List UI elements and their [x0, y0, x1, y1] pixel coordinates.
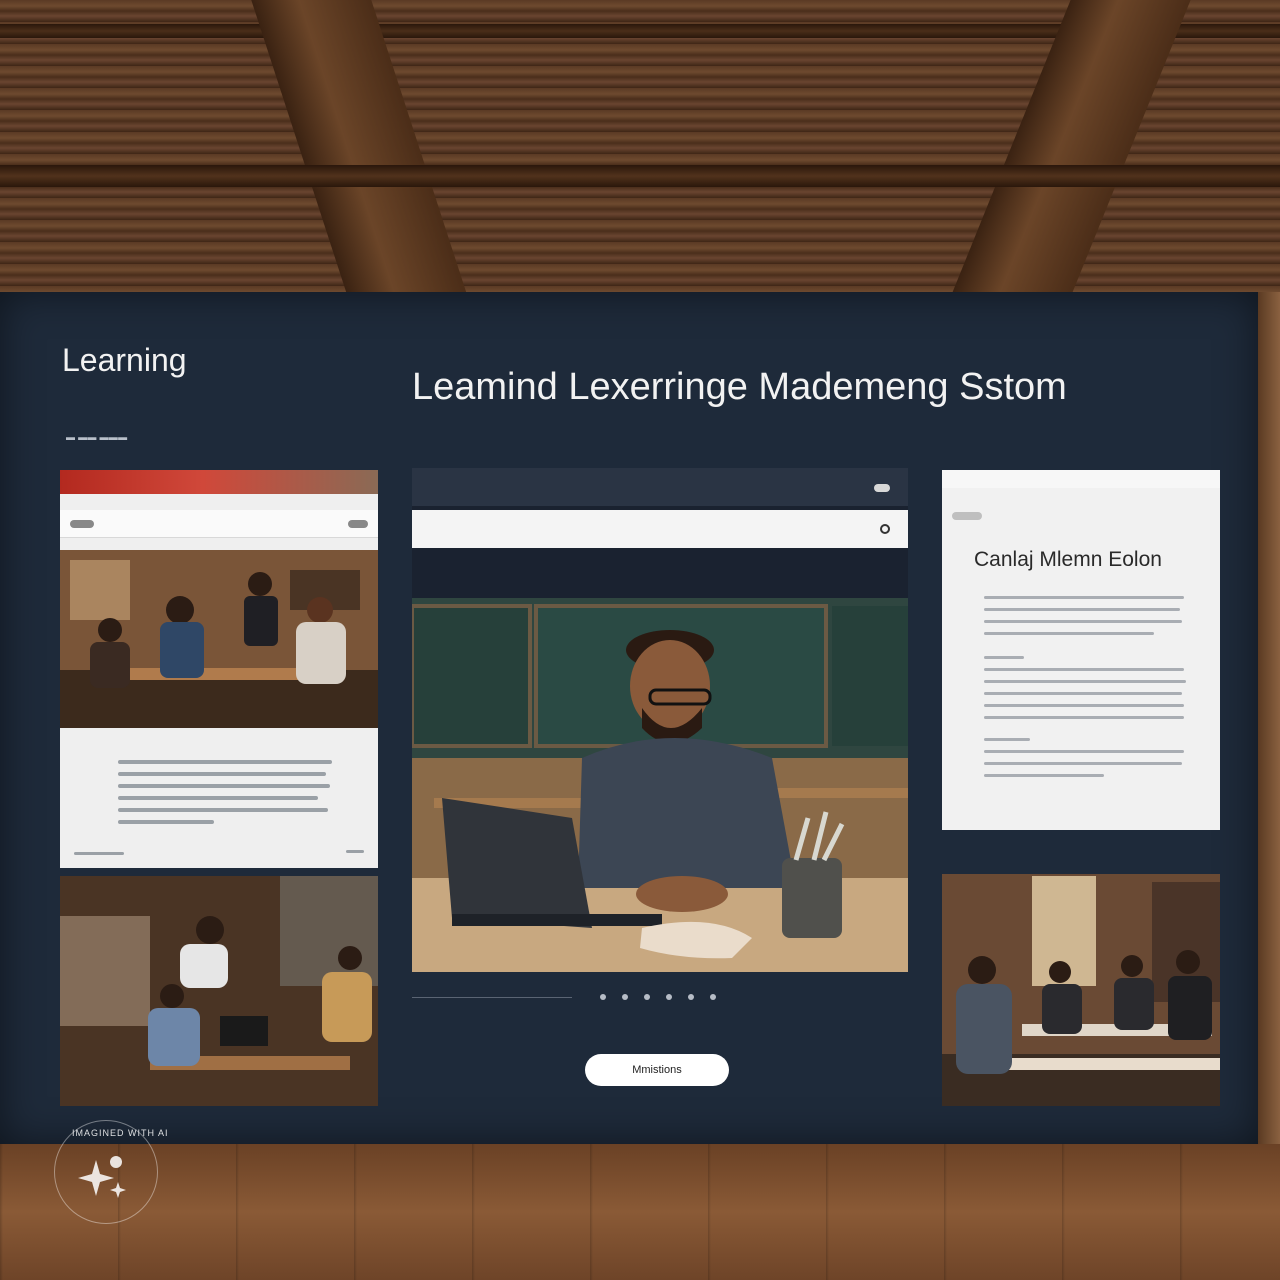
article-card-right[interactable]: Canlaj Mlemn Eolon [942, 470, 1220, 830]
pager-dot[interactable] [666, 994, 672, 1000]
toggle-icon[interactable] [874, 484, 890, 492]
students-photo [60, 876, 378, 1106]
ceiling-beam-left [244, 0, 476, 320]
featured-content-panel [412, 468, 908, 972]
ai-badge-label: IMAGINED WITH AI [72, 1128, 169, 1138]
toolbar-chip-icon[interactable] [348, 520, 368, 528]
card-top-strip [942, 470, 1220, 488]
page-headline: Leamind Lexerringe Mademeng Sstom [412, 366, 1067, 408]
display-screen: Learning Leamind Lexerringe Mademeng Sst… [0, 292, 1258, 1144]
pager-dot[interactable] [622, 994, 628, 1000]
pager-dot[interactable] [600, 994, 606, 1000]
classroom-photo [60, 550, 378, 728]
card-header-bar [60, 470, 378, 494]
pager-dot[interactable] [644, 994, 650, 1000]
wall-panel [1258, 292, 1280, 1152]
pager-dot[interactable] [710, 994, 716, 1000]
card-tag-icon [952, 512, 982, 520]
panel-header-bar [412, 468, 908, 506]
card-paragraph [984, 738, 1186, 786]
classroom-illustration [60, 550, 378, 728]
lecture-hall-photo [942, 874, 1220, 1106]
article-card-left[interactable] [60, 470, 378, 868]
student-with-laptop-photo [412, 598, 908, 972]
card-paragraph [984, 656, 1186, 728]
card-body-text [118, 760, 338, 832]
card-toolbar [60, 510, 378, 538]
search-bar[interactable] [412, 510, 908, 548]
pager-dot[interactable] [688, 994, 694, 1000]
wooden-ceiling [0, 0, 1280, 320]
search-icon[interactable] [880, 524, 890, 534]
brand-subtitle-blur: ▬ ▬▬ ▬▬▬ [66, 432, 128, 442]
lecture-hall-illustration [942, 874, 1220, 1106]
toolbar-chip-icon[interactable] [70, 520, 94, 528]
sparkle-icon [78, 1156, 126, 1198]
ceiling-beam-right [941, 0, 1199, 320]
card-paragraph [984, 596, 1186, 644]
card-footer [74, 850, 364, 868]
brand-title: Learning [62, 342, 187, 378]
pager-rule [412, 997, 572, 998]
wooden-floor [0, 1144, 1280, 1280]
ceiling-crossbar [0, 165, 1280, 187]
students-illustration [60, 876, 378, 1106]
carousel-pager [412, 992, 908, 1004]
student-illustration [412, 598, 908, 972]
card-title: Canlaj Mlemn Eolon [974, 548, 1162, 571]
primary-cta-button[interactable]: Mmistions [585, 1054, 729, 1086]
